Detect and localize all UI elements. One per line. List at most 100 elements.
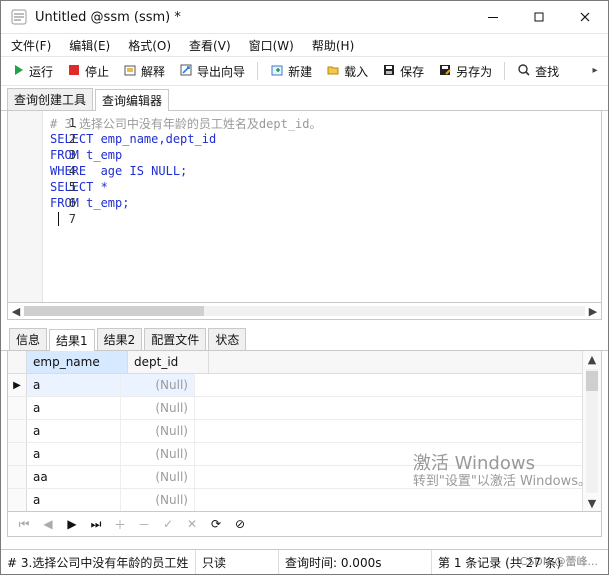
status-readonly: 只读 (196, 550, 279, 574)
minimize-icon (487, 11, 499, 23)
row-indicator (8, 489, 27, 511)
code-line: 7 (42, 211, 601, 227)
next-record-button[interactable]: ▶ (64, 516, 80, 532)
table-row[interactable]: a (Null) (8, 489, 583, 511)
cell-emp-name[interactable]: a (27, 374, 121, 396)
save-icon (382, 63, 396, 80)
new-label: 新建 (288, 64, 313, 79)
save-as-label: 另存为 (456, 64, 493, 79)
scrollbar-track[interactable] (24, 306, 585, 316)
tab-query-editor[interactable]: 查询编辑器 (95, 89, 170, 111)
table-row[interactable]: a (Null) (8, 443, 583, 466)
cell-dept-id[interactable]: (Null) (121, 374, 195, 396)
menu-view[interactable]: 查看(V) (185, 35, 235, 56)
chevron-icon: ▸ (592, 64, 598, 76)
apply-changes-button[interactable]: ✓ (160, 516, 176, 532)
cell-emp-name[interactable]: a (27, 420, 121, 442)
code-line: 3 FROM t_emp (42, 147, 601, 163)
explain-label: 解释 (141, 64, 166, 79)
menu-help[interactable]: 帮助(H) (308, 35, 358, 56)
add-record-button[interactable]: ＋ (112, 516, 128, 532)
menu-format[interactable]: 格式(O) (124, 35, 175, 56)
scroll-right-icon[interactable]: ▶ (585, 305, 601, 318)
line-number: 3 (68, 148, 76, 162)
cell-dept-id[interactable]: (Null) (121, 397, 195, 419)
new-button[interactable]: 新建 (266, 60, 316, 82)
app-window: Untitled @ssm (ssm) * 文件(F) 编辑(E) 格式(O) … (0, 0, 609, 575)
stop-button[interactable]: 停止 (63, 60, 113, 82)
toolbar-separator (257, 62, 259, 80)
results-vertical-scrollbar[interactable]: ▲ ▼ (582, 351, 601, 511)
toolbar-separator (504, 62, 506, 80)
cell-emp-name[interactable]: a (27, 397, 121, 419)
find-button[interactable]: 查找 (513, 60, 563, 82)
scrollbar-thumb[interactable] (586, 371, 598, 391)
refresh-button[interactable]: ⟳ (208, 516, 224, 532)
status-query-time: 查询时间: 0.000s (279, 550, 432, 574)
line-number: 6 (68, 196, 76, 210)
search-icon (517, 63, 531, 80)
play-icon (11, 63, 25, 80)
cell-dept-id[interactable]: (Null) (121, 443, 195, 465)
cell-dept-id[interactable]: (Null) (121, 420, 195, 442)
close-button[interactable] (562, 1, 608, 33)
editor-horizontal-scrollbar[interactable]: ◀ ▶ (7, 303, 602, 320)
discard-changes-button[interactable]: ✕ (184, 516, 200, 532)
table-row[interactable]: a (Null) (8, 420, 583, 443)
previous-record-button[interactable]: ◀ (40, 516, 56, 532)
plus-icon: ＋ (113, 517, 126, 532)
save-button[interactable]: 保存 (378, 60, 428, 82)
column-header-dept-id[interactable]: dept_id (128, 351, 209, 373)
tab-result-1[interactable]: 结果1 (49, 329, 95, 351)
last-record-button[interactable]: ⏭ (88, 516, 104, 532)
sql-editor[interactable]: 1 # 3.选择公司中没有年龄的员工姓名及dept_id。 2 SELECT e… (7, 111, 602, 303)
find-label: 查找 (535, 64, 560, 79)
cell-emp-name[interactable]: a (27, 443, 121, 465)
menu-file[interactable]: 文件(F) (7, 35, 55, 56)
stop-circle-icon: ⊘ (234, 517, 246, 531)
cell-emp-name[interactable]: aa (27, 466, 121, 488)
tab-info[interactable]: 信息 (9, 328, 48, 350)
scroll-down-icon[interactable]: ▼ (583, 495, 601, 511)
table-row[interactable]: aa (Null) (8, 466, 583, 489)
column-header-emp-name[interactable]: emp_name (27, 351, 128, 373)
minimize-button[interactable] (470, 1, 516, 33)
scrollbar-track[interactable] (586, 369, 598, 493)
export-wizard-button[interactable]: 导出向导 (175, 60, 249, 82)
editor-tabs: 查询创建工具 查询编辑器 (1, 86, 608, 111)
load-button[interactable]: 载入 (322, 60, 372, 82)
window-title: Untitled @ssm (ssm) * (35, 9, 181, 25)
folder-open-icon (326, 63, 340, 80)
toolbar-more-button[interactable]: ▸ (588, 59, 602, 81)
cell-dept-id[interactable]: (Null) (121, 489, 195, 511)
delete-record-button[interactable]: － (136, 516, 152, 532)
line-number: 4 (68, 164, 76, 178)
results-grid[interactable]: emp_name dept_id ▶ a (Null) a (Null) a ( (8, 351, 583, 511)
menu-window[interactable]: 窗口(W) (245, 35, 298, 56)
run-button[interactable]: 运行 (7, 60, 57, 82)
tab-query-builder[interactable]: 查询创建工具 (7, 88, 94, 110)
toolbar: 运行 停止 解释 导出向导 新建 载入 保存 另存为 查找 ▸ (1, 56, 608, 86)
check-icon: ✓ (162, 517, 174, 531)
save-as-button[interactable]: 另存为 (434, 60, 496, 82)
code-line: 2 SELECT emp_name,dept_id (42, 131, 601, 147)
tab-profile[interactable]: 配置文件 (144, 328, 207, 350)
maximize-button[interactable] (516, 1, 562, 33)
menu-edit[interactable]: 编辑(E) (65, 35, 114, 56)
sql-code-area[interactable]: 1 # 3.选择公司中没有年龄的员工姓名及dept_id。 2 SELECT e… (42, 111, 601, 302)
explain-button[interactable]: 解释 (119, 60, 169, 82)
cell-dept-id[interactable]: (Null) (121, 466, 195, 488)
scroll-up-icon[interactable]: ▲ (583, 351, 601, 367)
first-record-button[interactable]: ⏮ (16, 516, 32, 532)
table-row[interactable]: ▶ a (Null) (8, 374, 583, 397)
stop-fetch-button[interactable]: ⊘ (232, 516, 248, 532)
scrollbar-thumb[interactable] (24, 306, 204, 316)
tab-result-2[interactable]: 结果2 (96, 328, 143, 350)
table-row[interactable]: a (Null) (8, 397, 583, 420)
stop-label: 停止 (85, 64, 110, 79)
scroll-left-icon[interactable]: ◀ (8, 305, 24, 318)
minus-icon: － (137, 517, 150, 532)
row-indicator (8, 397, 27, 419)
tab-status[interactable]: 状态 (208, 328, 247, 350)
cell-emp-name[interactable]: a (27, 489, 121, 511)
